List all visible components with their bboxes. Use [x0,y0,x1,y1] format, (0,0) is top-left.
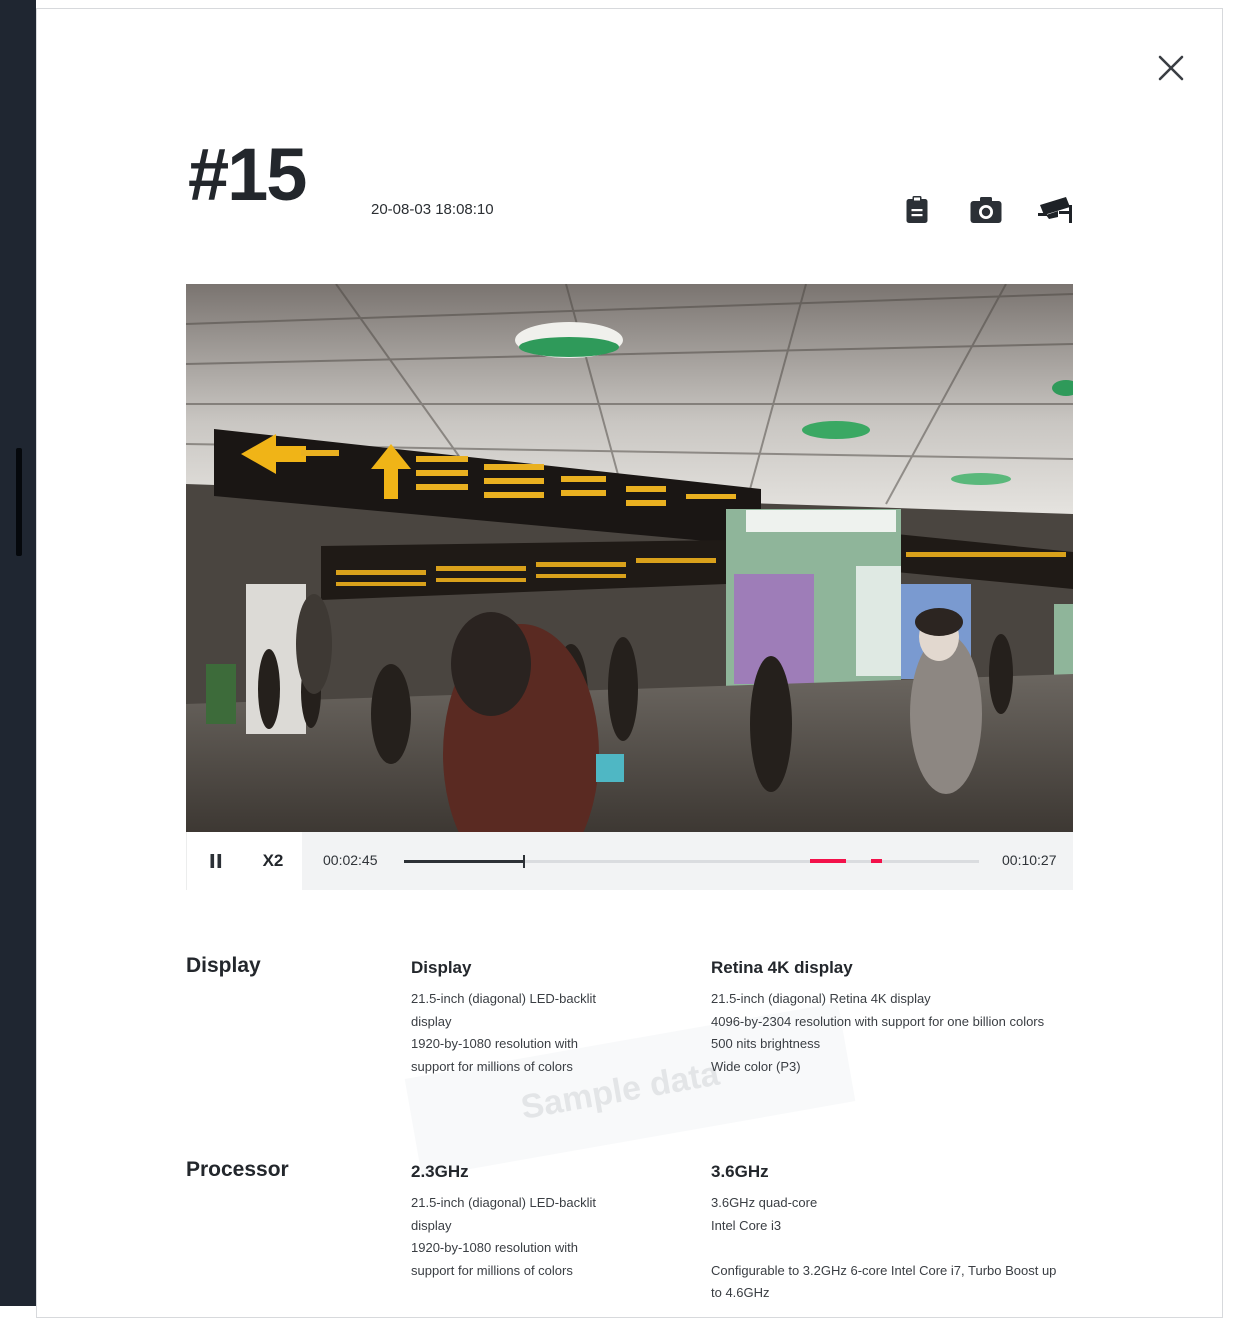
event-marker[interactable] [809,859,846,863]
video-frame [186,284,1073,832]
close-icon [1158,55,1184,81]
section-title-display: Display [186,954,261,977]
spec-line: 500 nits brightness [711,1036,821,1051]
spec-line: Configurable to 3.2GHz 6-core Intel Core… [711,1262,1057,1278]
pause-icon [210,854,221,868]
spec-line: support for millions of colors [411,1058,573,1074]
video-player[interactable] [186,284,1073,832]
total-time: 00:10:27 [1002,852,1057,868]
camera-icon [970,197,1002,223]
spec-line: 1920-by-1080 resolution with [411,1240,578,1255]
close-button[interactable] [1155,52,1187,84]
spec-line: display [411,1013,452,1029]
cctv-camera-icon [1038,197,1072,223]
spec-processor-right: 3.6GHz 3.6GHz quad-core Intel Core i3 Co… [711,1162,1091,1305]
backdrop[interactable] [0,0,36,1306]
spec-line: 21.5-inch (diagonal) LED-backlit [411,1195,596,1210]
current-time: 00:02:45 [323,852,378,868]
player-controls: X2 00:02:45 00:10:27 [186,832,1073,890]
pause-button[interactable] [186,832,244,890]
spec-line: 3.6GHz quad-core [711,1195,818,1210]
event-marker[interactable] [870,859,883,863]
spec-heading: Retina 4K display [711,958,853,977]
spec-line [711,1237,1091,1260]
spec-line: 21.5-inch (diagonal) LED-backlit [411,991,596,1006]
spec-line: display [411,1217,452,1233]
spec-line: Wide color (P3) [711,1058,801,1074]
spec-line: to 4.6GHz [711,1285,770,1300]
timeline-scrubber[interactable] [523,855,526,868]
clipboard-icon [906,196,928,223]
spec-line: 4096-by-2304 resolution with support for… [711,1013,1045,1029]
spec-heading: Display [411,958,472,977]
spec-line: 1920-by-1080 resolution with [411,1036,578,1051]
spec-processor-left: 2.3GHz 21.5-inch (diagonal) LED-backlit … [411,1162,631,1282]
section-title-processor: Processor [186,1158,289,1181]
spec-line: Intel Core i3 [711,1217,782,1233]
spec-heading: 3.6GHz [711,1162,769,1181]
spec-display-left: Display 21.5-inch (diagonal) LED-backlit… [411,958,631,1078]
spec-line: support for millions of colors [411,1262,573,1278]
spec-heading: 2.3GHz [411,1162,469,1181]
spec-line: 21.5-inch (diagonal) Retina 4K display [711,991,931,1006]
timeline-track[interactable] [404,855,979,868]
event-title: #15 [188,133,307,216]
spec-display-right: Retina 4K display 21.5-inch (diagonal) R… [711,958,1091,1078]
playback-speed-button[interactable]: X2 [244,832,302,890]
snapshot-button[interactable] [966,190,1006,230]
timeline-progress [404,860,525,863]
scroll-handle[interactable] [16,448,22,556]
cctv-button[interactable] [1035,190,1075,230]
event-timestamp: 20-08-03 18:08:10 [371,201,494,218]
clipboard-button[interactable] [897,190,937,230]
